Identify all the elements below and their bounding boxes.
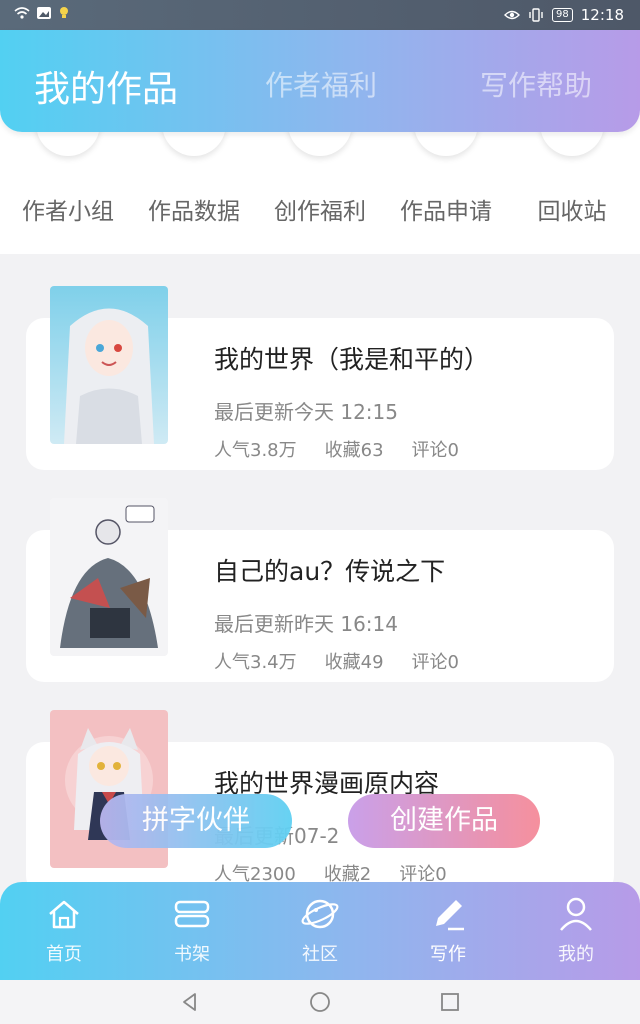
work-cover-image[interactable]: [50, 286, 168, 444]
nav-label: 首页: [46, 944, 82, 965]
bottom-tab-bar: 首页 书架 社区 写作 我的: [0, 882, 640, 980]
write-pen-icon: [436, 900, 464, 931]
top-header: 我的作品 作者福利 写作帮助: [0, 30, 640, 132]
nav-label: 我的: [558, 944, 594, 965]
work-popularity: 人气3.8万: [214, 440, 297, 461]
work-cover-image[interactable]: [50, 498, 168, 656]
gallery-notification-icon: [36, 6, 52, 20]
profile-icon: [560, 897, 592, 931]
quick-label: 回收站: [537, 199, 607, 225]
vibrate-icon: [528, 8, 544, 22]
quick-label: 作者小组: [22, 199, 114, 225]
work-stats: 人气3.8万 收藏63 评论0: [214, 436, 487, 462]
quick-label: 创作福利: [274, 199, 366, 225]
nav-label: 社区: [302, 944, 338, 965]
lightbulb-notification-icon: [58, 6, 74, 20]
work-comments: 评论0: [411, 652, 459, 673]
tab-writing-help[interactable]: 写作帮助: [480, 64, 592, 104]
work-title: 自己的au？传说之下: [214, 557, 446, 586]
home-circle-icon[interactable]: [308, 990, 332, 1014]
quick-label: 作品申请: [400, 199, 492, 225]
work-popularity: 人气3.4万: [214, 652, 297, 673]
bookshelf-icon: [174, 900, 210, 928]
nav-profile[interactable]: 我的: [531, 894, 621, 966]
work-favorites: 收藏49: [324, 652, 384, 673]
community-planet-icon: [301, 899, 339, 929]
writing-partner-button[interactable]: 拼字伙伴: [100, 794, 292, 848]
recents-square-icon[interactable]: [438, 990, 462, 1014]
work-comments: 评论0: [411, 440, 459, 461]
work-stats: 人气3.4万 收藏49 评论0: [214, 648, 487, 674]
work-last-updated: 最后更新昨天 16:14: [214, 612, 398, 636]
work-favorites: 收藏63: [324, 440, 384, 461]
home-icon: [49, 900, 79, 929]
nav-label: 写作: [430, 944, 466, 965]
nav-home[interactable]: 首页: [19, 894, 109, 966]
work-last-updated: 最后更新今天 12:15: [214, 400, 398, 424]
system-nav-bar: [0, 980, 640, 1024]
clock: 12:18: [580, 6, 624, 24]
nav-label: 书架: [174, 944, 210, 965]
nav-bookshelf[interactable]: 书架: [147, 894, 237, 966]
back-icon[interactable]: [178, 990, 202, 1014]
eye-comfort-icon: [504, 8, 521, 22]
nav-write[interactable]: 写作: [403, 894, 493, 966]
nav-community[interactable]: 社区: [275, 894, 365, 966]
battery-level: 98: [552, 8, 573, 22]
work-title: 我的世界（我是和平的）: [214, 345, 490, 374]
quick-label: 作品数据: [148, 199, 240, 225]
status-bar: 98 12:18: [0, 0, 640, 30]
wifi-icon: [14, 6, 30, 20]
create-work-button[interactable]: 创建作品: [348, 794, 540, 848]
tab-author-benefits[interactable]: 作者福利: [265, 64, 377, 104]
tab-my-works[interactable]: 我的作品: [34, 60, 178, 112]
